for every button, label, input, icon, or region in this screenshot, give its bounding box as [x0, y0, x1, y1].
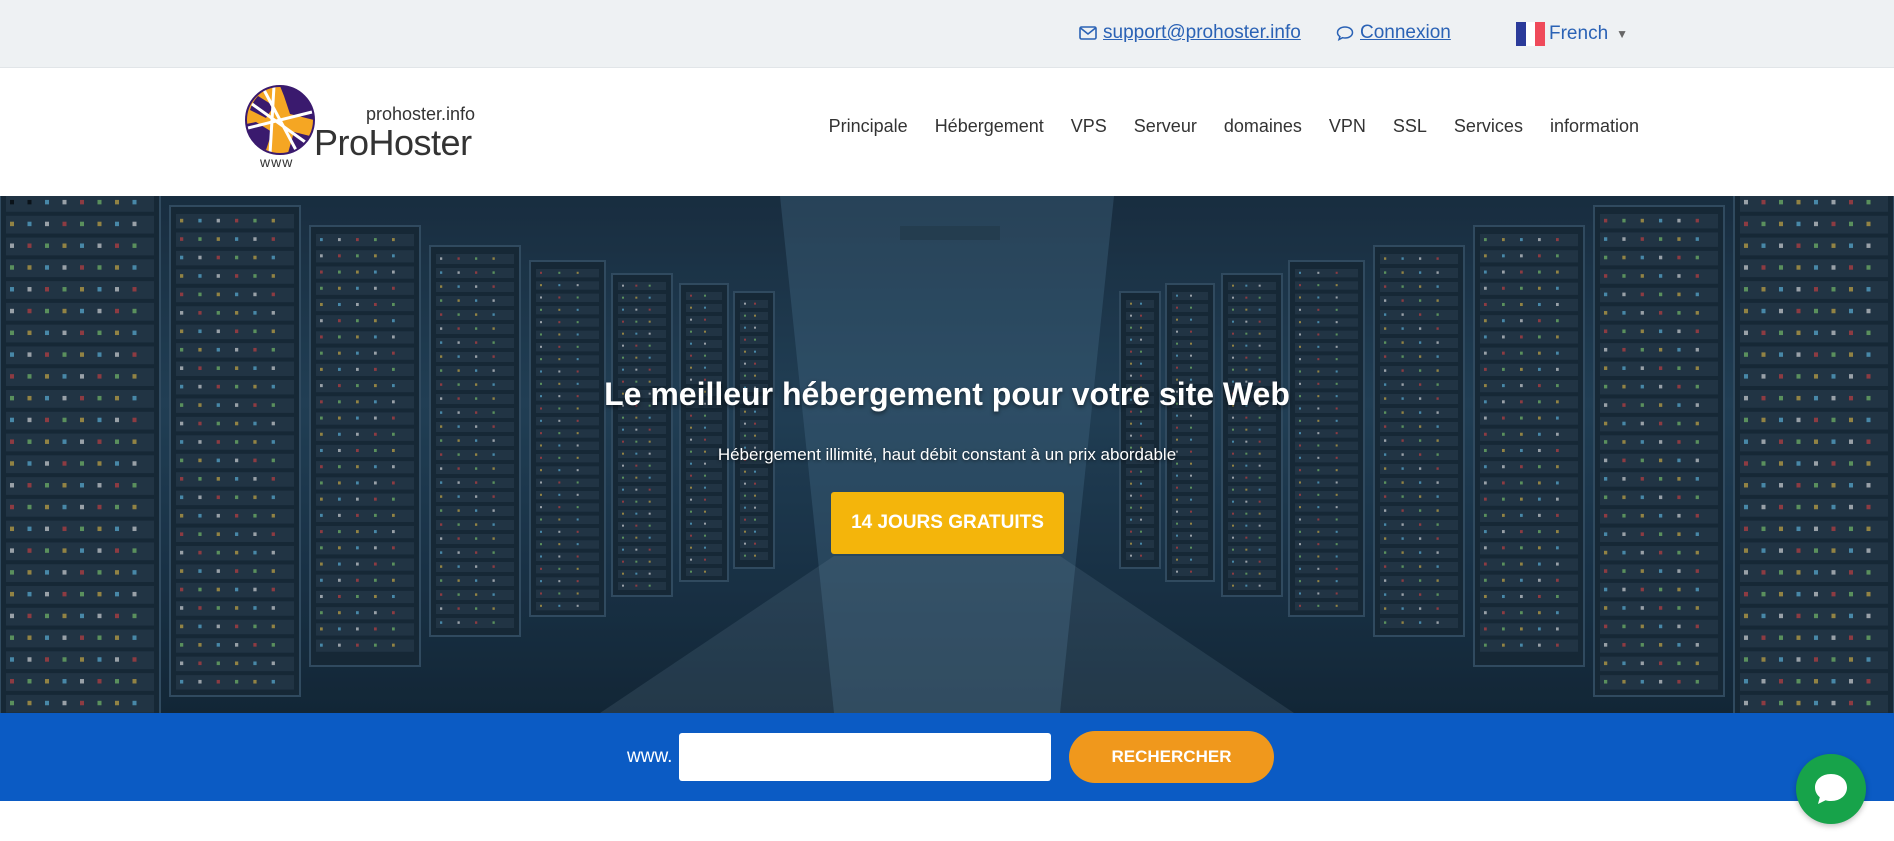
main-nav: Principale Hébergement VPS Serveur domai… — [802, 116, 1639, 137]
domain-search-bar: www. RECHERCHER — [0, 713, 1894, 801]
top-bar: support@prohoster.info Connexion French … — [0, 0, 1894, 68]
nav-item-ssl[interactable]: SSL — [1393, 116, 1427, 137]
nav-item-vps[interactable]: VPS — [1071, 116, 1107, 137]
globe-logo-icon — [245, 85, 315, 155]
domain-search-input[interactable] — [679, 733, 1051, 781]
nav-item-services[interactable]: Services — [1454, 116, 1523, 137]
login-link[interactable]: Connexion — [1336, 20, 1451, 46]
nav-item-hebergement[interactable]: Hébergement — [935, 116, 1044, 137]
chat-bubble-icon — [1815, 774, 1847, 804]
login-text: Connexion — [1360, 22, 1451, 43]
logo-www-text: www — [260, 154, 294, 170]
hero-banner: Le meilleur hébergement pour votre site … — [0, 196, 1894, 713]
language-label: French — [1549, 23, 1609, 44]
language-selector[interactable]: French ▼ — [1516, 20, 1628, 48]
envelope-icon — [1079, 23, 1099, 43]
speech-bubble-icon — [1336, 23, 1356, 43]
france-flag-icon — [1516, 22, 1546, 46]
hero-title: Le meilleur hébergement pour votre site … — [604, 376, 1290, 412]
logo-brand-name: ProHoster — [314, 122, 472, 163]
search-domain-button[interactable]: RECHERCHER — [1069, 731, 1274, 783]
nav-item-domaines[interactable]: domaines — [1224, 116, 1302, 137]
nav-item-vpn[interactable]: VPN — [1329, 116, 1366, 137]
chevron-down-icon: ▼ — [1616, 27, 1629, 41]
site-logo[interactable]: prohoster.info ProHoster www — [244, 84, 475, 176]
support-email-text: support@prohoster.info — [1103, 22, 1301, 43]
hero-subtitle: Hébergement illimité, haut débit constan… — [717, 445, 1177, 464]
free-trial-button[interactable]: 14 JOURS GRATUITS — [831, 492, 1064, 554]
live-chat-button[interactable] — [1796, 754, 1866, 824]
support-email-link[interactable]: support@prohoster.info — [1079, 20, 1301, 46]
nav-item-information[interactable]: information — [1550, 116, 1639, 137]
site-header: prohoster.info ProHoster www Principale … — [0, 68, 1894, 196]
nav-item-serveur[interactable]: Serveur — [1134, 116, 1197, 137]
www-prefix-label: www. — [627, 746, 673, 767]
nav-item-principale[interactable]: Principale — [829, 116, 908, 137]
